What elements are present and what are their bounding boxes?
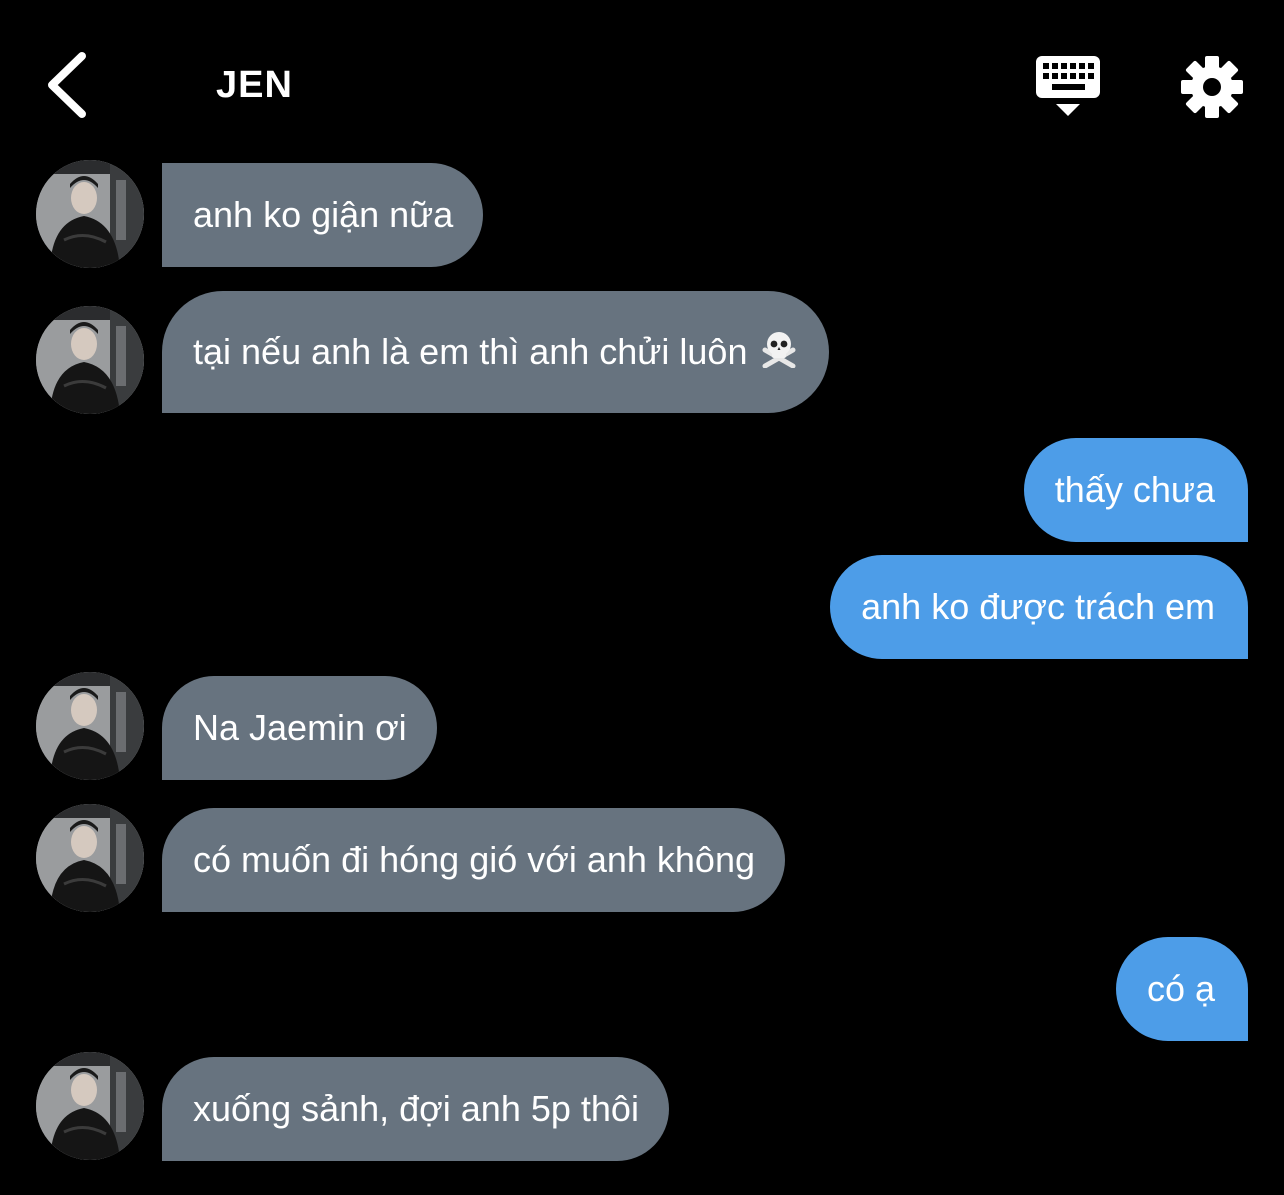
avatar-photo (36, 160, 144, 268)
avatar[interactable] (36, 160, 144, 268)
message-bubble-outgoing[interactable]: thấy chưa (1023, 438, 1248, 542)
avatar[interactable] (36, 306, 144, 414)
message-text: tại nếu anh là em thì anh chửi luôn (193, 331, 748, 372)
avatar-photo (36, 306, 144, 414)
message-bubble-outgoing[interactable]: anh ko được trách em (830, 555, 1248, 659)
settings-button[interactable] (1180, 55, 1244, 119)
avatar[interactable] (36, 1052, 144, 1160)
message-bubble-incoming[interactable]: anh ko giận nữa (162, 163, 484, 267)
message-text: Na Jaemin ơi (193, 707, 407, 748)
keyboard-toggle-button[interactable] (1034, 54, 1102, 118)
message-bubble-incoming[interactable]: xuống sảnh, đợi anh 5p thôi (162, 1057, 669, 1161)
back-button[interactable] (38, 50, 98, 120)
message-text: có muốn đi hóng gió với anh không (193, 839, 755, 880)
chat-title: JEN (216, 64, 293, 106)
message-bubble-incoming[interactable]: có muốn đi hóng gió với anh không (162, 808, 785, 912)
avatar-photo (36, 1052, 144, 1160)
chat-header: JEN (0, 0, 1284, 160)
message-text: có ạ (1146, 968, 1215, 1009)
skull-and-crossbones-icon (759, 328, 799, 377)
message-text: anh ko giận nữa (193, 194, 454, 235)
chevron-left-icon (48, 52, 86, 118)
message-bubble-incoming[interactable]: Na Jaemin ơi (162, 676, 437, 780)
avatar[interactable] (36, 804, 144, 912)
message-bubble-incoming[interactable]: tại nếu anh là em thì anh chửi luôn (162, 291, 830, 413)
message-text: xuống sảnh, đợi anh 5p thôi (193, 1088, 639, 1129)
message-text: anh ko được trách em (861, 586, 1215, 627)
keyboard-icon (1036, 56, 1100, 116)
message-bubble-outgoing[interactable]: có ạ (1115, 937, 1248, 1041)
avatar-photo (36, 672, 144, 780)
gear-icon (1181, 56, 1243, 118)
avatar-photo (36, 804, 144, 912)
message-text: thấy chưa (1054, 469, 1215, 510)
avatar[interactable] (36, 672, 144, 780)
